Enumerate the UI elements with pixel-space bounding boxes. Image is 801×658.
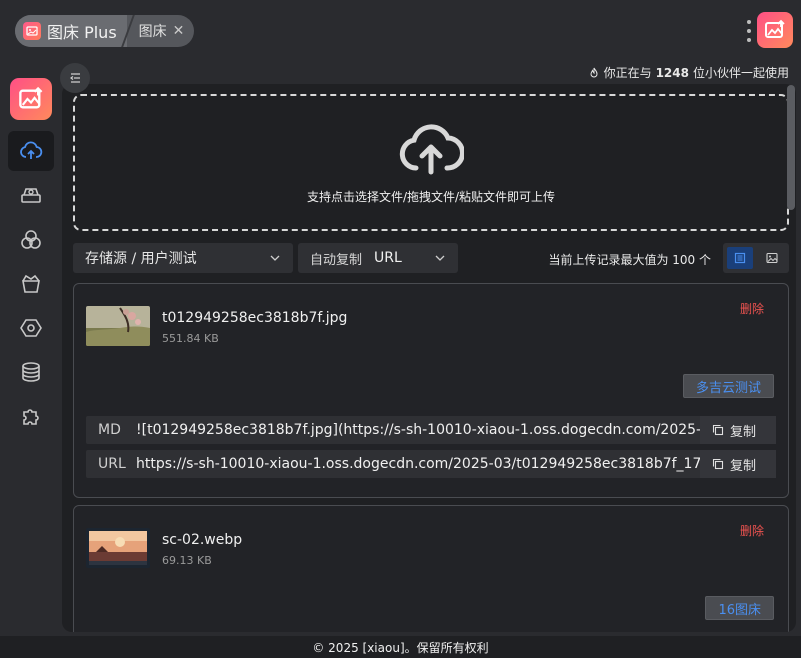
sidebar-item-box[interactable] [8, 264, 54, 304]
app-icon [23, 22, 41, 40]
md-link-row: MD ![t012949258ec3818b7f.jpg](https://s-… [86, 416, 776, 444]
delete-button[interactable]: 删除 [740, 522, 764, 539]
sidebar-item-storage[interactable] [8, 175, 54, 215]
dropzone-hint: 支持点击选择文件/拖拽文件/粘贴文件即可上传 [306, 190, 556, 204]
chevron-down-icon [435, 255, 445, 261]
close-icon[interactable]: ✕ [173, 23, 185, 39]
file-card: sc-02.webp 69.13 KB 删除 16图床 [73, 505, 789, 632]
puzzle-icon [23, 409, 39, 425]
circles-icon [21, 230, 41, 249]
storage-tag[interactable]: 多吉云测试 [682, 374, 774, 398]
title-bar: 图床 Plus 图床 ✕ [0, 0, 801, 62]
upload-cloud-icon [399, 124, 464, 175]
more-menu-icon[interactable] [744, 20, 754, 42]
file-size: 551.84 KB [162, 332, 219, 345]
md-label: MD [98, 422, 121, 438]
scrollbar-thumb[interactable] [787, 85, 795, 210]
tab-image-host-label: 图床 [138, 24, 167, 40]
max-records-info: 当前上传记录最大值为 100 个 [548, 253, 711, 267]
storage-select[interactable]: 存储源 / 用户测试 [73, 243, 293, 273]
file-card: t012949258ec3818b7f.jpg 551.84 KB 删除 多吉云… [73, 283, 789, 498]
file-size: 69.13 KB [162, 554, 212, 567]
copy-label: 复制 [730, 424, 757, 440]
storage-drive-icon [21, 188, 41, 203]
sidebar-logo-icon [10, 78, 52, 120]
file-name: t012949258ec3818b7f.jpg [162, 310, 348, 326]
sidebar-item-database[interactable] [8, 352, 54, 392]
copy-label: 复制 [730, 458, 757, 474]
file-name: sc-02.webp [162, 532, 243, 548]
tab-strip: 图床 Plus 图床 ✕ [15, 15, 195, 47]
list-view-icon [734, 252, 746, 264]
storage-select-value: 存储源 / 用户测试 [85, 251, 197, 267]
copy-md-button[interactable]: 复制 [700, 416, 776, 444]
md-link-value[interactable]: ![t012949258ec3818b7f.jpg](https://s-sh-… [136, 422, 700, 438]
upload-dropzone[interactable]: 支持点击选择文件/拖拽文件/粘贴文件即可上传 [73, 94, 789, 231]
box-icon [22, 274, 40, 293]
fire-icon [590, 67, 598, 77]
storage-tag[interactable]: 16图床 [705, 596, 774, 620]
sidebar-item-plugins[interactable] [8, 396, 54, 436]
sidebar-item-circles[interactable] [8, 220, 54, 260]
auto-copy-value: URL [374, 250, 402, 266]
sidebar-collapse-button[interactable] [60, 63, 90, 93]
sidebar-item-hexagon[interactable] [8, 308, 54, 348]
image-view-icon [766, 252, 778, 264]
file-thumbnail[interactable] [86, 306, 150, 346]
file-thumbnail[interactable] [86, 528, 150, 568]
list-view-button[interactable] [727, 247, 753, 269]
upload-content: 支持点击选择文件/拖拽文件/粘贴文件即可上传 存储源 / 用户测试 自动复制 U… [62, 84, 796, 632]
url-link-row: URL https://s-sh-10010-xiaou-1.oss.dogec… [86, 450, 776, 478]
collapse-icon [70, 73, 80, 83]
users-count: 1248 [655, 65, 689, 80]
footer-copyright: © 2025 [xiaou]。保留所有权利 [0, 636, 801, 658]
view-toggle [723, 243, 789, 273]
sidebar [0, 62, 62, 636]
chevron-down-icon [270, 255, 280, 261]
tab-app[interactable]: 图床 Plus [15, 15, 127, 47]
app-logo-icon[interactable] [757, 12, 793, 48]
delete-button[interactable]: 删除 [740, 300, 764, 317]
tab-image-host[interactable]: 图床 ✕ [133, 15, 195, 47]
sidebar-item-upload[interactable] [8, 131, 54, 171]
upload-cloud-icon [20, 141, 43, 159]
users-prefix: 你正在与 [603, 66, 652, 80]
users-online-info: 你正在与 1248 位小伙伴一起使用 [588, 64, 789, 81]
upload-toolbar: 存储源 / 用户测试 自动复制 URL 当前上传记录最大值为 100 个 [73, 243, 789, 273]
users-suffix: 位小伙伴一起使用 [692, 66, 789, 80]
auto-copy-label: 自动复制 [310, 252, 363, 268]
auto-copy-select[interactable]: 自动复制 URL [298, 243, 458, 273]
copy-icon [712, 424, 724, 436]
image-view-button[interactable] [759, 247, 785, 269]
tab-app-label: 图床 Plus [47, 23, 117, 42]
hexagon-icon [20, 319, 42, 337]
main-panel: 你正在与 1248 位小伙伴一起使用 支持点击选择文件/拖拽文件/粘贴文件即可上… [62, 62, 801, 636]
copy-icon [712, 458, 724, 470]
database-icon [22, 362, 40, 382]
url-link-value[interactable]: https://s-sh-10010-xiaou-1.oss.dogecdn.c… [136, 456, 700, 472]
url-label: URL [98, 456, 126, 472]
copy-url-button[interactable]: 复制 [700, 450, 776, 478]
